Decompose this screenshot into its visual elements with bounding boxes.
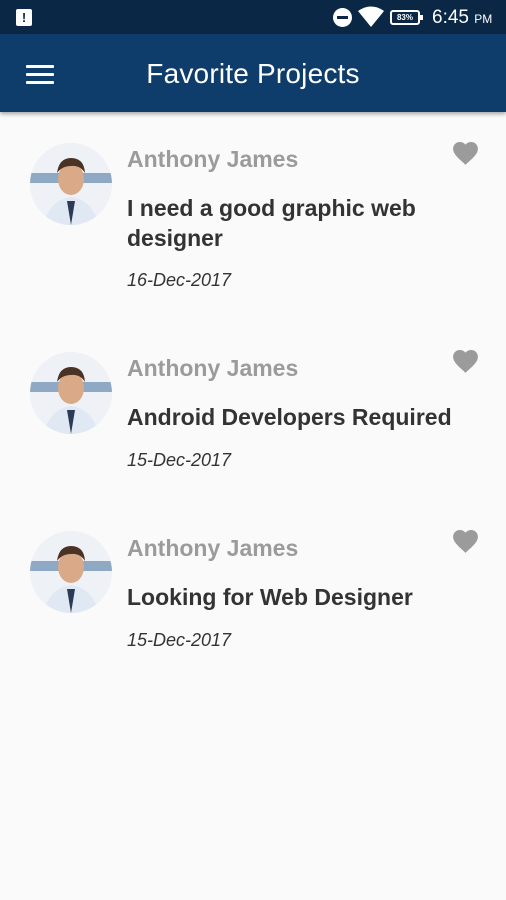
project-title[interactable]: I need a good graphic web designer bbox=[127, 193, 447, 253]
wifi-icon bbox=[358, 6, 384, 27]
dnd-icon bbox=[333, 8, 352, 27]
clock-time: 6:45 bbox=[432, 7, 469, 28]
page-title: Favorite Projects bbox=[146, 58, 360, 89]
notification-icon bbox=[16, 9, 32, 26]
clock: 6:45 PM bbox=[432, 7, 492, 29]
project-title[interactable]: Android Developers Required bbox=[127, 402, 467, 432]
avatar bbox=[30, 352, 112, 434]
project-date: 15-Dec-2017 bbox=[127, 630, 232, 650]
battery-icon: 83% bbox=[390, 10, 423, 25]
project-title[interactable]: Looking for Web Designer bbox=[127, 582, 467, 612]
project-item[interactable]: Anthony James I need a good graphic web … bbox=[0, 140, 506, 310]
heart-icon[interactable] bbox=[451, 140, 480, 166]
project-item[interactable]: Anthony James Android Developers Require… bbox=[0, 348, 506, 488]
battery-level: 83% bbox=[396, 13, 413, 22]
clock-ampm: PM bbox=[474, 12, 493, 26]
status-bar: 83% 6:45 PM bbox=[0, 0, 506, 34]
client-name: Anthony James bbox=[127, 355, 299, 381]
client-name: Anthony James bbox=[127, 535, 299, 561]
client-name: Anthony James bbox=[127, 146, 299, 172]
app-bar: Favorite Projects bbox=[0, 34, 506, 112]
avatar bbox=[30, 531, 112, 613]
heart-icon[interactable] bbox=[451, 348, 480, 374]
project-item[interactable]: Anthony James Looking for Web Designer 1… bbox=[0, 528, 506, 668]
project-date: 16-Dec-2017 bbox=[127, 270, 232, 290]
avatar bbox=[30, 143, 112, 225]
project-date: 15-Dec-2017 bbox=[127, 450, 232, 470]
heart-icon[interactable] bbox=[451, 528, 480, 554]
